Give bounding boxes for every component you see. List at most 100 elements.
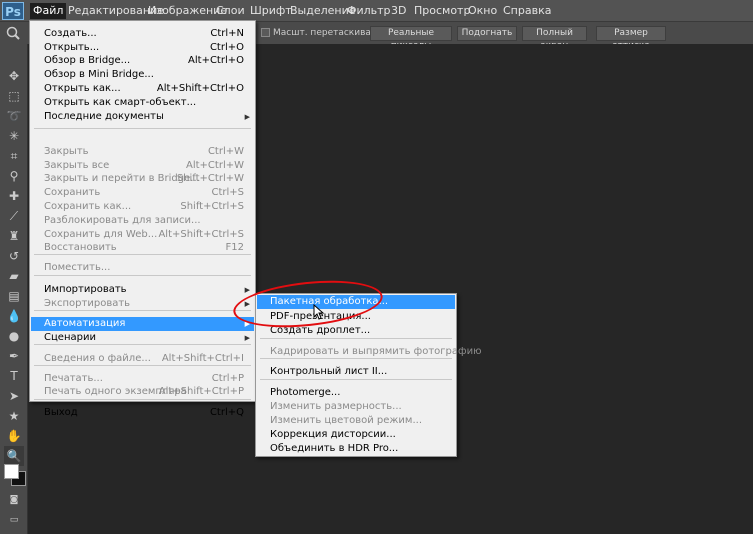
file-menu-item-label: Создать... bbox=[44, 28, 97, 39]
automation-menu-item[interactable]: Изменить размерность... bbox=[257, 400, 455, 414]
tools-panel: ✥ ⬚ ➰ ✳ ⌗ ⚲ ✚ ⟋ ♜ ↺ ▰ ▤ 💧 ● ✒ T ➤ ★ ✋ 🔍 bbox=[0, 44, 28, 534]
brush-tool-icon[interactable]: ⟋ bbox=[4, 206, 24, 226]
marquee-tool-icon[interactable]: ⬚ bbox=[4, 86, 24, 106]
automation-menu-item-label: Изменить размерность... bbox=[270, 401, 402, 412]
file-menu-item[interactable]: Открыть... Ctrl+O bbox=[31, 41, 254, 55]
file-menu-item-shortcut: Ctrl+N bbox=[210, 28, 244, 39]
submenu-arrow-icon: ▶ bbox=[244, 113, 250, 121]
file-menu-item-shortcut: Alt+Shift+Ctrl+I bbox=[161, 353, 244, 364]
file-menu-item-label: Закрыть все bbox=[44, 160, 110, 171]
file-menu-item-shortcut: Ctrl+Q bbox=[209, 407, 244, 418]
pen-tool-icon[interactable]: ✒ bbox=[4, 346, 24, 366]
file-menu-item[interactable]: Сценарии ▶ bbox=[31, 331, 254, 345]
hand-tool-icon[interactable]: ✋ bbox=[4, 426, 24, 446]
automation-menu-item[interactable]: Photomerge... bbox=[257, 386, 455, 400]
automation-menu-item[interactable]: Изменить цветовой режим... bbox=[257, 414, 455, 428]
zoom-tool-preset-icon[interactable] bbox=[0, 22, 28, 44]
fit-screen-button[interactable]: Подогнать bbox=[457, 26, 517, 41]
automation-menu-item[interactable]: Объединить в HDR Pro... bbox=[257, 442, 455, 456]
menu-help[interactable]: Справка bbox=[500, 3, 554, 19]
actual-pixels-button[interactable]: Реальные пикселы bbox=[370, 26, 452, 51]
menu-window[interactable]: Окно bbox=[465, 3, 500, 19]
file-menu-item[interactable]: Открыть как... Alt+Shift+Ctrl+O bbox=[31, 82, 254, 96]
menu-separator bbox=[34, 365, 251, 366]
file-menu-item-shortcut: F12 bbox=[225, 242, 244, 253]
menu-separator bbox=[260, 358, 452, 359]
menu-filter[interactable]: Фильтр bbox=[344, 3, 394, 19]
healing-brush-tool-icon[interactable]: ✚ bbox=[4, 186, 24, 206]
clone-stamp-tool-icon[interactable]: ♜ bbox=[4, 226, 24, 246]
file-menu-item-shortcut: Ctrl+P bbox=[211, 373, 244, 384]
file-menu-item-label: Восстановить bbox=[44, 242, 117, 253]
menu-separator bbox=[34, 275, 251, 276]
type-tool-icon[interactable]: T bbox=[4, 366, 24, 386]
dodge-tool-icon[interactable]: ● bbox=[4, 326, 24, 346]
automation-menu-item-label: Изменить цветовой режим... bbox=[270, 415, 423, 426]
file-menu-item[interactable]: Закрыть Ctrl+W bbox=[31, 145, 254, 159]
file-menu-item[interactable]: Закрыть и перейти в Bridge... Shift+Ctrl+… bbox=[31, 172, 254, 186]
file-menu-item[interactable]: Закрыть все Alt+Ctrl+W bbox=[31, 159, 254, 173]
file-menu-item[interactable]: Сведения о файле... Alt+Shift+Ctrl+I bbox=[31, 352, 254, 366]
file-menu-item[interactable]: Восстановить F12 bbox=[31, 241, 254, 255]
menu-separator bbox=[34, 310, 251, 311]
screen-mode-icon[interactable]: ▭ bbox=[4, 510, 24, 530]
foreground-color-swatch[interactable] bbox=[4, 464, 19, 479]
path-selection-tool-icon[interactable]: ➤ bbox=[4, 386, 24, 406]
lasso-tool-icon[interactable]: ➰ bbox=[4, 106, 24, 126]
scrubby-zoom-checkbox[interactable] bbox=[261, 28, 270, 37]
menu-separator bbox=[260, 379, 452, 380]
file-menu-item[interactable]: Открыть как смарт-объект... bbox=[31, 96, 254, 110]
file-menu-item[interactable]: Печатать... Ctrl+P bbox=[31, 372, 254, 386]
gradient-tool-icon[interactable]: ▤ bbox=[4, 286, 24, 306]
file-menu-item-shortcut: Ctrl+O bbox=[209, 42, 244, 53]
file-menu-item-label: Сценарии bbox=[44, 332, 96, 343]
file-menu-item[interactable]: Экспортировать ▶ bbox=[31, 297, 254, 311]
zoom-tool-icon[interactable]: 🔍 bbox=[4, 446, 24, 466]
file-menu-item-label: Сохранить bbox=[44, 187, 101, 198]
print-size-button[interactable]: Размер оттиска bbox=[596, 26, 666, 51]
file-menu: Создать... Ctrl+N Открыть... Ctrl+O Обзор в … bbox=[29, 20, 256, 418]
file-menu-item[interactable]: Создать... Ctrl+N bbox=[31, 27, 254, 41]
menu-3d[interactable]: 3D bbox=[388, 3, 409, 19]
menu-file[interactable]: Файл bbox=[30, 3, 67, 19]
file-menu-item[interactable]: Обзор в Bridge... Alt+Ctrl+O bbox=[31, 54, 254, 68]
file-menu-item-shortcut: Shift+Ctrl+W bbox=[176, 173, 244, 184]
eraser-tool-icon[interactable]: ▰ bbox=[4, 266, 24, 286]
shape-tool-icon[interactable]: ★ bbox=[4, 406, 24, 426]
automation-menu-item-label: Объединить в HDR Pro... bbox=[270, 443, 399, 454]
file-menu-item-label: Открыть... bbox=[44, 42, 100, 53]
file-menu-item[interactable]: Автоматизация ▶ bbox=[31, 317, 254, 331]
automation-menu-item[interactable]: Коррекция дисторсии... bbox=[257, 428, 455, 442]
full-screen-button[interactable]: Полный экран bbox=[522, 26, 587, 51]
menu-separator bbox=[34, 254, 251, 255]
file-menu-item-shortcut: Alt+Shift+Ctrl+P bbox=[158, 386, 244, 397]
move-tool-icon[interactable]: ✥ bbox=[4, 66, 24, 86]
file-menu-item[interactable]: Разблокировать для записи... bbox=[31, 214, 254, 228]
eyedropper-tool-icon[interactable]: ⚲ bbox=[4, 166, 24, 186]
automation-menu-item-label: Photomerge... bbox=[270, 387, 341, 398]
file-menu-item[interactable]: Сохранить для Web... Alt+Shift+Ctrl+S bbox=[31, 228, 254, 242]
file-menu-item-label: Поместить... bbox=[44, 262, 111, 273]
menu-separator bbox=[34, 344, 251, 345]
quick-mask-icon[interactable]: ◙ bbox=[4, 490, 24, 510]
file-menu-item[interactable]: Обзор в Mini Bridge... bbox=[31, 68, 254, 82]
file-menu-item[interactable]: Последние документы ▶ bbox=[31, 110, 254, 124]
file-menu-item-label: Открыть как... bbox=[44, 83, 121, 94]
file-menu-item-shortcut: Alt+Shift+Ctrl+S bbox=[158, 229, 244, 240]
file-menu-item[interactable]: Поместить... bbox=[31, 261, 254, 275]
file-menu-item[interactable]: Импортировать ▶ bbox=[31, 283, 254, 297]
file-menu-item[interactable]: Сохранить Ctrl+S bbox=[31, 186, 254, 200]
magic-wand-tool-icon[interactable]: ✳ bbox=[4, 126, 24, 146]
menu-separator bbox=[34, 128, 251, 129]
automation-menu-item[interactable]: Кадрировать и выпрямить фотографию bbox=[257, 345, 482, 359]
automation-menu-item-label: Коррекция дисторсии... bbox=[270, 429, 396, 440]
blur-tool-icon[interactable]: 💧 bbox=[4, 306, 24, 326]
menu-layers[interactable]: Слои bbox=[213, 3, 248, 19]
file-menu-item[interactable]: Сохранить как... Shift+Ctrl+S bbox=[31, 200, 254, 214]
history-brush-tool-icon[interactable]: ↺ bbox=[4, 246, 24, 266]
crop-tool-icon[interactable]: ⌗ bbox=[4, 146, 24, 166]
file-menu-item-label: Экспортировать bbox=[44, 298, 131, 309]
file-menu-item[interactable]: Выход Ctrl+Q bbox=[31, 406, 254, 420]
file-menu-item[interactable]: Печать одного экземпляра Alt+Shift+Ctrl+P bbox=[31, 385, 254, 399]
automation-menu-item[interactable]: Контрольный лист II... bbox=[257, 365, 455, 379]
